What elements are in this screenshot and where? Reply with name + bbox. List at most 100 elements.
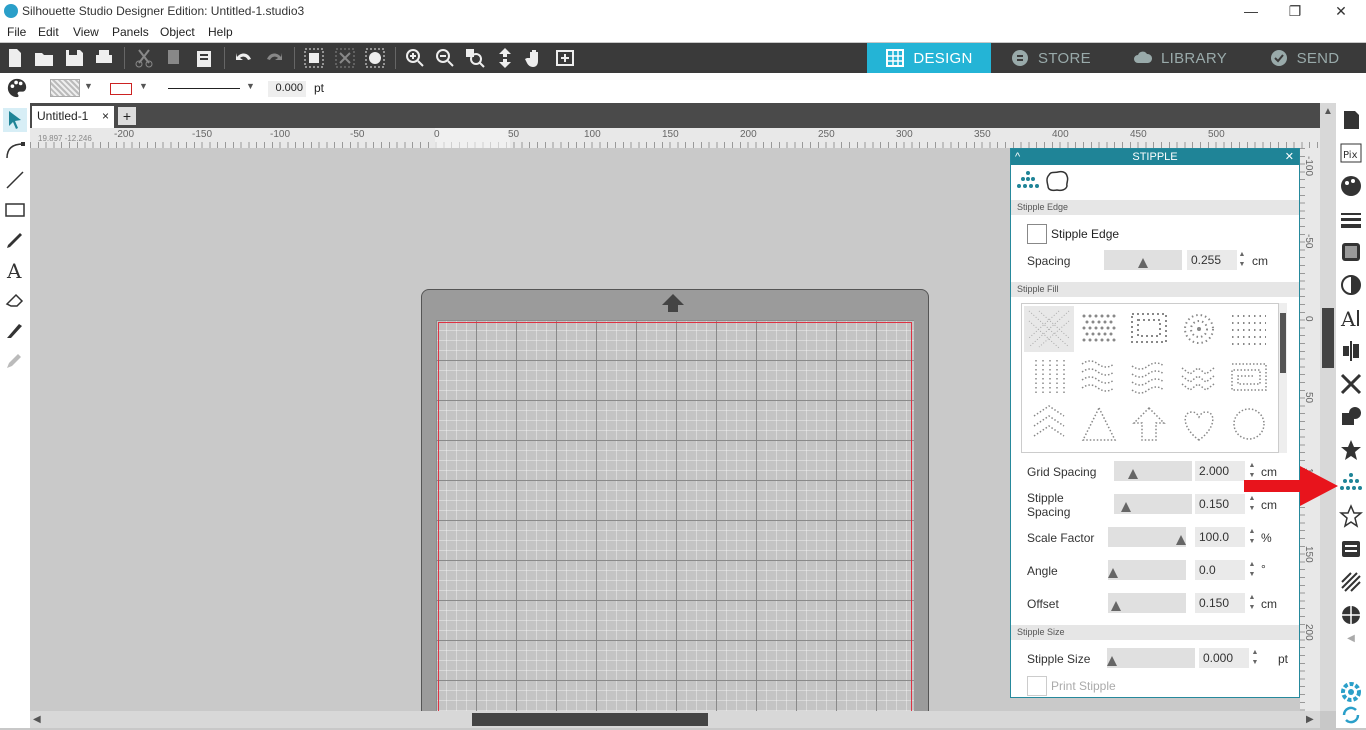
tab-send[interactable]: SEND	[1264, 43, 1344, 73]
scroll-left-icon[interactable]: ◀	[33, 714, 41, 725]
horizontal-scrollbar[interactable]: ◀ ▶	[30, 711, 1320, 728]
spacing-stepper[interactable]: ▲ ▼	[1238, 250, 1246, 270]
offset-slider[interactable]	[1108, 593, 1186, 613]
stepper-down[interactable]: ▼	[1248, 603, 1256, 613]
stipple-dots-icon[interactable]	[1339, 471, 1363, 495]
pattern-chevron[interactable]	[1024, 402, 1074, 448]
grid-spacing-slider[interactable]	[1114, 461, 1192, 481]
pattern-spiral-dots[interactable]	[1174, 306, 1224, 352]
stepper-down[interactable]: ▼	[1238, 260, 1246, 270]
new-file-icon[interactable]	[4, 47, 26, 69]
spacing-slider[interactable]	[1104, 250, 1182, 270]
scroll-right-icon[interactable]: ▶	[1306, 714, 1314, 725]
menu-help[interactable]: Help	[208, 25, 233, 39]
pattern-scallops[interactable]	[1074, 354, 1124, 400]
slider-knob[interactable]	[1176, 535, 1186, 545]
menu-object[interactable]: Object	[160, 25, 195, 39]
pattern-arrow[interactable]	[1124, 402, 1174, 448]
menu-edit[interactable]: Edit	[38, 25, 59, 39]
line-tool-icon[interactable]	[3, 168, 27, 192]
stepper-up[interactable]: ▲	[1248, 560, 1256, 570]
close-tab-icon[interactable]: ×	[102, 109, 109, 123]
pattern-crosshatch[interactable]	[1024, 306, 1074, 352]
stepper-up[interactable]: ▲	[1251, 648, 1259, 658]
text-style-icon[interactable]: A	[1339, 306, 1363, 331]
cut-icon[interactable]	[133, 47, 155, 69]
select-arrow-icon[interactable]	[3, 108, 27, 132]
pattern-waves[interactable]	[1124, 354, 1174, 400]
slider-knob[interactable]	[1108, 568, 1118, 578]
stepper-down[interactable]: ▼	[1248, 537, 1256, 547]
print-icon[interactable]	[93, 47, 115, 69]
pan-hand-icon[interactable]	[524, 47, 546, 69]
fill-color-icon[interactable]	[1339, 174, 1363, 198]
line-width-input[interactable]: 0.000	[268, 81, 306, 97]
pencil-tool-icon[interactable]	[3, 228, 27, 252]
pattern-square-dots[interactable]	[1124, 306, 1174, 352]
document-tab[interactable]: Untitled-1 ×	[32, 106, 114, 128]
collapse-panel-button[interactable]: ^	[1015, 149, 1020, 165]
tab-store[interactable]: STORE	[993, 43, 1108, 73]
zoom-out-icon[interactable]	[434, 47, 456, 69]
stepper-up[interactable]: ▲	[1238, 250, 1246, 260]
scroll-up-icon[interactable]: ▲	[1323, 106, 1333, 117]
line-style-dropdown-icon[interactable]: ▼	[246, 81, 255, 91]
collapse-panel-icon[interactable]: ◀	[1339, 633, 1363, 647]
pattern-heart[interactable]	[1174, 402, 1224, 448]
slider-knob[interactable]	[1107, 656, 1117, 666]
knife-tool-icon[interactable]	[3, 318, 27, 342]
fit-to-page-icon[interactable]	[494, 47, 516, 69]
paste-icon[interactable]	[193, 47, 215, 69]
pattern-scroll-thumb[interactable]	[1280, 313, 1286, 373]
pattern-vertical-lines[interactable]	[1024, 354, 1074, 400]
scale-factor-input[interactable]: 100.0	[1195, 527, 1245, 547]
line-style-icon[interactable]	[1339, 207, 1363, 231]
sketch-hatch-icon[interactable]	[1339, 570, 1363, 594]
add-page-icon[interactable]	[554, 47, 576, 69]
offset-input[interactable]: 0.150	[1195, 593, 1245, 613]
color-palette-icon[interactable]	[5, 77, 29, 99]
line-color-swatch[interactable]	[110, 83, 132, 95]
stipple-edge-checkbox[interactable]	[1027, 224, 1047, 244]
pattern-zigzag[interactable]	[1174, 354, 1224, 400]
open-folder-icon[interactable]	[33, 47, 55, 69]
horizontal-scroll-thumb[interactable]	[472, 713, 708, 726]
vertical-scroll-thumb[interactable]	[1322, 308, 1334, 368]
line-style-preview[interactable]	[168, 88, 240, 89]
zoom-in-icon[interactable]	[404, 47, 426, 69]
rectangle-tool-icon[interactable]	[3, 198, 27, 222]
angle-stepper[interactable]: ▲ ▼	[1248, 560, 1256, 580]
save-icon[interactable]	[63, 47, 85, 69]
stepper-down[interactable]: ▼	[1251, 658, 1259, 668]
stipple-size-input[interactable]: 0.000	[1199, 648, 1249, 668]
vertical-scrollbar[interactable]: ▲	[1320, 103, 1336, 711]
replicate-icon[interactable]	[1339, 372, 1363, 396]
redo-icon[interactable]	[263, 47, 285, 69]
slider-knob[interactable]	[1111, 601, 1121, 611]
stepper-up[interactable]: ▲	[1248, 593, 1256, 603]
undo-icon[interactable]	[233, 47, 255, 69]
stipple-tab-shape-icon[interactable]	[1043, 167, 1073, 197]
modify-icon[interactable]	[1339, 405, 1363, 429]
print-stipple-checkbox[interactable]	[1027, 676, 1047, 696]
pattern-scrollbar[interactable]	[1279, 303, 1287, 453]
ungroup-icon[interactable]	[334, 47, 356, 69]
settings-gear-icon[interactable]	[1339, 680, 1363, 704]
line-color-dropdown-icon[interactable]: ▼	[139, 81, 148, 91]
scale-factor-slider[interactable]	[1108, 527, 1186, 547]
pixscan-icon[interactable]: Pix	[1339, 141, 1363, 165]
stepper-up[interactable]: ▲	[1248, 527, 1256, 537]
pattern-grid-dots[interactable]	[1224, 306, 1274, 352]
text-tool-icon[interactable]: A	[3, 258, 27, 283]
fill-dropdown-icon[interactable]: ▼	[84, 81, 93, 91]
add-tab-button[interactable]: +	[118, 107, 136, 125]
library-globe-icon[interactable]	[1339, 603, 1363, 627]
close-window-button[interactable]: ✕	[1318, 0, 1364, 22]
transparency-icon[interactable]	[1339, 273, 1363, 297]
stepper-down[interactable]: ▼	[1248, 570, 1256, 580]
pattern-fill-icon[interactable]	[1339, 240, 1363, 264]
minimize-button[interactable]: —	[1228, 0, 1274, 22]
menu-view[interactable]: View	[73, 25, 99, 39]
menu-panels[interactable]: Panels	[112, 25, 149, 39]
stipple-size-stepper[interactable]: ▲ ▼	[1251, 648, 1259, 668]
